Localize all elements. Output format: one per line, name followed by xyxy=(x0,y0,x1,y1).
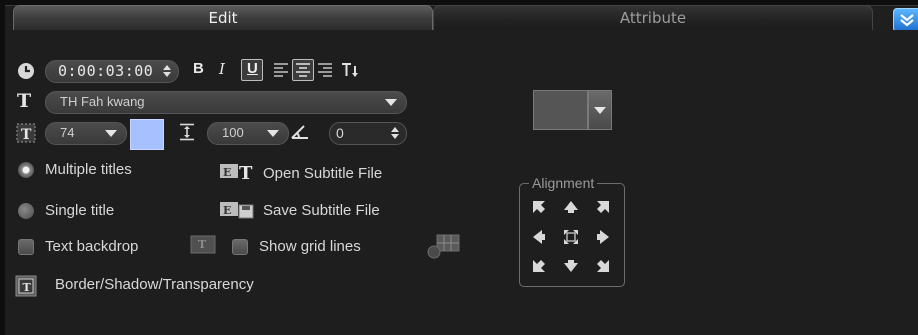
align-top-left-icon[interactable] xyxy=(531,199,547,215)
tab-edit[interactable]: Edit xyxy=(13,5,433,30)
underline-button[interactable]: U xyxy=(241,59,263,81)
rotation-icon xyxy=(291,125,308,139)
align-bottom-icon[interactable] xyxy=(563,258,579,274)
multiple-titles-label: Multiple titles xyxy=(45,161,132,178)
backdrop-icon[interactable]: T xyxy=(185,234,221,258)
align-bottom-left-icon[interactable] xyxy=(531,258,547,274)
open-subtitle-label[interactable]: Open Subtitle File xyxy=(263,165,382,182)
text-backdrop-label: Text backdrop xyxy=(45,238,139,255)
rotation-field[interactable]: 0 xyxy=(329,122,407,145)
multiple-titles-radio[interactable] xyxy=(18,162,34,178)
duration-value: 0:00:03:00 xyxy=(58,62,154,80)
style-dropdown[interactable] xyxy=(533,90,612,130)
style-dropdown-button[interactable] xyxy=(588,90,612,130)
single-title-radio[interactable] xyxy=(18,203,34,219)
save-subtitle-label[interactable]: Save Subtitle File xyxy=(263,202,380,219)
align-left-arrow-icon[interactable] xyxy=(531,229,547,245)
chevron-down-icon xyxy=(594,107,606,114)
font-color-swatch[interactable] xyxy=(130,119,164,150)
align-center-arrows-icon[interactable] xyxy=(563,229,579,245)
chevron-down-icon xyxy=(385,99,397,106)
font-size-value: 74 xyxy=(60,125,75,140)
tab-attribute[interactable]: Attribute xyxy=(433,5,873,30)
svg-text:E: E xyxy=(223,166,231,179)
grid-icon[interactable] xyxy=(425,233,461,261)
collapse-icon xyxy=(900,14,914,27)
collapse-button[interactable] xyxy=(893,8,918,32)
underline-icon: U xyxy=(247,60,258,77)
style-swatch xyxy=(533,90,588,130)
border-shadow-icon[interactable]: T xyxy=(15,275,37,297)
clock-icon xyxy=(18,63,34,79)
tab-bar: Edit Attribute xyxy=(5,5,918,32)
align-top-right-icon[interactable] xyxy=(595,199,611,215)
line-spacing-dropdown[interactable]: 100 xyxy=(207,122,289,145)
line-spacing-icon xyxy=(180,123,194,141)
line-spacing-value: 100 xyxy=(222,125,244,140)
chevron-down-icon xyxy=(105,130,117,137)
single-title-label: Single title xyxy=(45,202,115,219)
font-icon: T xyxy=(17,90,32,112)
italic-button[interactable]: I xyxy=(219,60,225,78)
align-center-button[interactable] xyxy=(292,59,314,81)
svg-text:T: T xyxy=(198,238,207,251)
alignment-label: Alignment xyxy=(529,175,598,191)
edit-panel: 0:00:03:00 B I U T TH Fah kwang T 74 100… xyxy=(5,30,918,334)
stepper-icon[interactable] xyxy=(162,64,172,78)
align-right-arrow-icon[interactable] xyxy=(595,229,611,245)
align-bottom-right-icon[interactable] xyxy=(595,258,611,274)
align-left-icon[interactable] xyxy=(273,62,289,78)
font-dropdown[interactable]: TH Fah kwang xyxy=(45,91,407,114)
rotation-value: 0 xyxy=(336,125,344,141)
show-grid-label: Show grid lines xyxy=(259,238,361,255)
show-grid-checkbox[interactable] xyxy=(232,239,248,255)
stepper-icon[interactable] xyxy=(390,126,400,140)
svg-text:E: E xyxy=(223,204,231,217)
font-name: TH Fah kwang xyxy=(60,94,145,109)
save-subtitle-icon[interactable]: E xyxy=(219,200,261,220)
chevron-down-icon xyxy=(267,130,279,137)
bold-button[interactable]: B xyxy=(193,60,204,77)
text-backdrop-checkbox[interactable] xyxy=(18,239,34,255)
duration-field[interactable]: 0:00:03:00 xyxy=(45,60,179,83)
font-size-icon: T xyxy=(16,123,36,143)
align-top-icon[interactable] xyxy=(563,199,579,215)
svg-text:T: T xyxy=(23,281,32,294)
border-shadow-label[interactable]: Border/Shadow/Transparency xyxy=(55,276,254,293)
svg-text:T: T xyxy=(239,163,253,182)
vertical-text-icon[interactable] xyxy=(341,61,359,79)
align-right-icon[interactable] xyxy=(317,62,333,78)
font-size-dropdown[interactable]: 74 xyxy=(45,122,127,145)
align-center-icon xyxy=(296,63,310,77)
svg-text:T: T xyxy=(21,127,32,143)
open-subtitle-icon[interactable]: ET xyxy=(219,162,259,182)
